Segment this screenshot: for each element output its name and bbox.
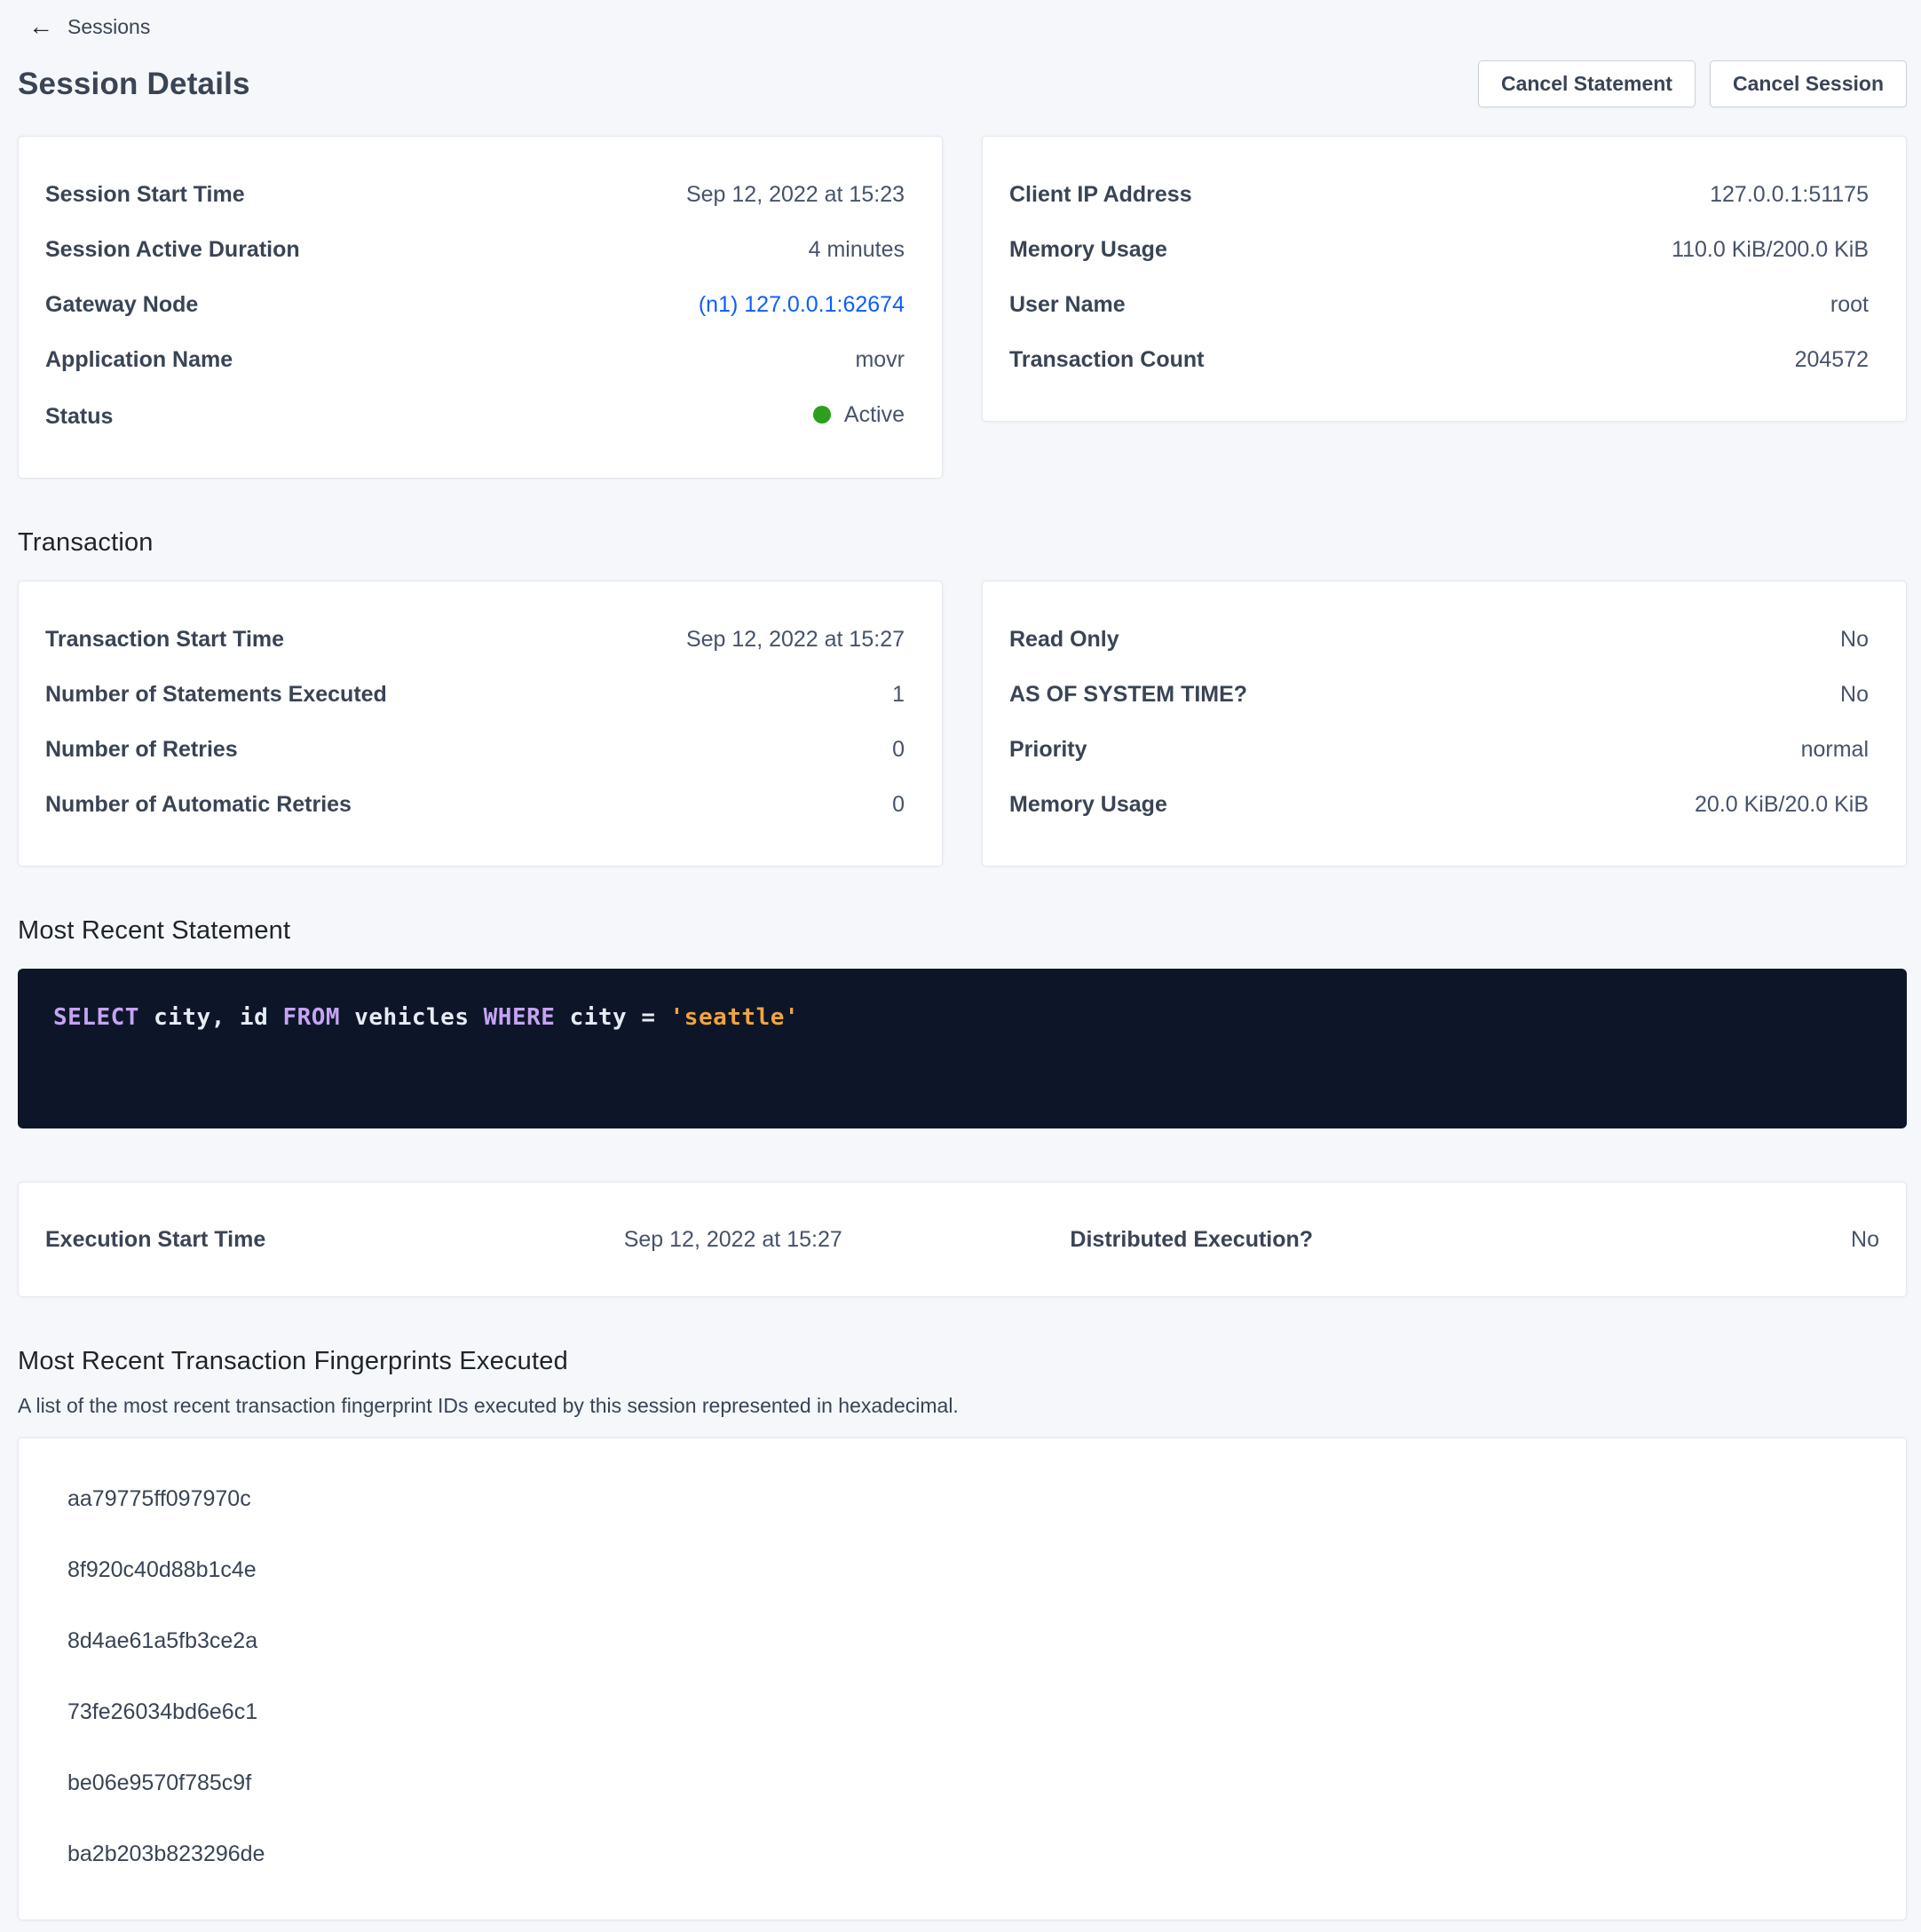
session-summary-grid: Session Start Time Sep 12, 2022 at 15:23… — [18, 136, 1907, 479]
summary-row-priority: Priority normal — [1009, 722, 1869, 777]
fingerprint-id: 8f920c40d88b1c4e — [67, 1534, 1879, 1605]
row-label: Priority — [1009, 735, 1087, 764]
summary-row-as-of-system-time: AS OF SYSTEM TIME? No — [1009, 667, 1869, 722]
row-value: normal — [1801, 735, 1869, 764]
execution-start-time-label: Execution Start Time — [45, 1225, 504, 1254]
session-summary-card-right: Client IP Address 127.0.0.1:51175 Memory… — [982, 136, 1907, 422]
row-label: Memory Usage — [1009, 235, 1167, 264]
title-row: Session Details Cancel Statement Cancel … — [18, 60, 1907, 107]
row-label: Status — [45, 402, 113, 431]
row-label: Read Only — [1009, 625, 1119, 653]
sql-text: vehicles — [340, 1004, 484, 1031]
summary-row-status: Status Active — [45, 387, 905, 444]
cancel-session-button[interactable]: Cancel Session — [1710, 60, 1907, 107]
row-label: Transaction Start Time — [45, 625, 284, 653]
summary-row-txn-start-time: Transaction Start Time Sep 12, 2022 at 1… — [45, 612, 905, 667]
row-value: root — [1830, 290, 1869, 319]
transaction-summary-grid: Transaction Start Time Sep 12, 2022 at 1… — [18, 581, 1907, 867]
summary-row-transaction-count: Transaction Count 204572 — [1009, 332, 1869, 387]
fingerprint-id: 73fe26034bd6e6c1 — [67, 1676, 1879, 1747]
sql-keyword: SELECT — [53, 1004, 139, 1031]
fingerprints-description: A list of the most recent transaction fi… — [18, 1394, 1907, 1418]
row-value: 0 — [892, 735, 905, 764]
sql-keyword: FROM — [282, 1004, 340, 1031]
execution-start-time-value: Sep 12, 2022 at 15:27 — [504, 1225, 963, 1254]
status-value: Active — [844, 400, 905, 429]
summary-row-user-name: User Name root — [1009, 277, 1869, 332]
fingerprint-id: be06e9570f785c9f — [67, 1747, 1879, 1818]
row-label: Session Active Duration — [45, 235, 300, 264]
distributed-execution-label: Distributed Execution? — [962, 1225, 1421, 1254]
row-label: Client IP Address — [1009, 180, 1192, 209]
breadcrumb-back-sessions[interactable]: ← Sessions — [28, 14, 150, 39]
statement-section-heading: Most Recent Statement — [18, 916, 1907, 946]
gateway-node-link[interactable]: (n1) 127.0.0.1:62674 — [699, 290, 905, 319]
summary-row-client-ip: Client IP Address 127.0.0.1:51175 — [1009, 167, 1869, 222]
summary-row-gateway-node: Gateway Node (n1) 127.0.0.1:62674 — [45, 277, 905, 332]
row-label: Number of Automatic Retries — [45, 790, 352, 819]
summary-row-memory-usage: Memory Usage 110.0 KiB/200.0 KiB — [1009, 222, 1869, 277]
summary-row-session-start-time: Session Start Time Sep 12, 2022 at 15:23 — [45, 167, 905, 222]
sql-statement-box: SELECT city, id FROM vehicles WHERE city… — [18, 969, 1907, 1128]
sql-text: city = — [555, 1004, 669, 1031]
row-label: Memory Usage — [1009, 790, 1167, 819]
summary-row-application-name: Application Name movr — [45, 332, 905, 387]
transaction-section-heading: Transaction — [18, 528, 1907, 558]
transaction-summary-card-left: Transaction Start Time Sep 12, 2022 at 1… — [18, 581, 943, 867]
row-label: Gateway Node — [45, 290, 198, 319]
page-title: Session Details — [18, 67, 250, 102]
back-arrow-icon: ← — [28, 14, 53, 39]
summary-row-automatic-retries: Number of Automatic Retries 0 — [45, 777, 905, 832]
row-value: 204572 — [1795, 345, 1869, 374]
sql-text: city, id — [139, 1004, 283, 1031]
fingerprints-section-heading: Most Recent Transaction Fingerprints Exe… — [18, 1347, 1907, 1376]
row-label: Session Start Time — [45, 180, 245, 209]
row-value: No — [1840, 625, 1869, 653]
fingerprint-id: 8d4ae61a5fb3ce2a — [67, 1605, 1879, 1676]
row-label: User Name — [1009, 290, 1126, 319]
row-label: Number of Retries — [45, 735, 238, 764]
row-value: No — [1840, 680, 1869, 709]
fingerprint-id: aa79775ff097970c — [67, 1463, 1879, 1534]
sql-string-literal: 'seattle' — [670, 1004, 799, 1031]
row-value: 127.0.0.1:51175 — [1710, 180, 1869, 209]
row-label: Transaction Count — [1009, 345, 1204, 374]
header-actions: Cancel Statement Cancel Session — [1478, 60, 1907, 107]
summary-row-read-only: Read Only No — [1009, 612, 1869, 667]
summary-row-txn-memory-usage: Memory Usage 20.0 KiB/20.0 KiB — [1009, 777, 1869, 832]
distributed-execution-value: No — [1421, 1225, 1880, 1254]
sql-keyword: WHERE — [484, 1004, 556, 1031]
execution-summary-card: Execution Start Time Sep 12, 2022 at 15:… — [18, 1182, 1907, 1297]
session-details-page: ← Sessions Session Details Cancel Statem… — [0, 0, 1921, 1920]
row-label: AS OF SYSTEM TIME? — [1009, 680, 1247, 709]
summary-row-statements-executed: Number of Statements Executed 1 — [45, 667, 905, 722]
row-value: 0 — [892, 790, 905, 819]
row-value: 4 minutes — [809, 235, 905, 264]
status-badge: Active — [813, 400, 905, 429]
row-label: Number of Statements Executed — [45, 680, 387, 709]
row-value: Sep 12, 2022 at 15:23 — [686, 180, 905, 209]
row-value: Sep 12, 2022 at 15:27 — [686, 625, 905, 653]
row-value: 110.0 KiB/200.0 KiB — [1672, 235, 1869, 264]
summary-row-session-active-duration: Session Active Duration 4 minutes — [45, 222, 905, 277]
cancel-statement-button[interactable]: Cancel Statement — [1478, 60, 1696, 107]
row-value: 20.0 KiB/20.0 KiB — [1695, 790, 1869, 819]
fingerprints-card: aa79775ff097970c 8f920c40d88b1c4e 8d4ae6… — [18, 1437, 1907, 1920]
breadcrumb-label: Sessions — [67, 15, 150, 39]
fingerprint-id: ba2b203b823296de — [67, 1818, 1879, 1889]
session-summary-card-left: Session Start Time Sep 12, 2022 at 15:23… — [18, 136, 943, 479]
status-active-dot-icon — [813, 406, 831, 424]
row-label: Application Name — [45, 345, 233, 374]
transaction-summary-card-right: Read Only No AS OF SYSTEM TIME? No Prior… — [982, 581, 1907, 867]
row-value: movr — [855, 345, 905, 374]
summary-row-retries: Number of Retries 0 — [45, 722, 905, 777]
row-value: 1 — [892, 680, 905, 709]
